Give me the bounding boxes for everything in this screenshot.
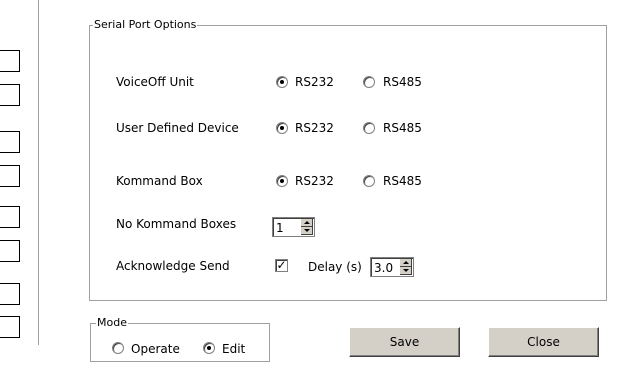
- side-box-1[interactable]: [0, 50, 20, 72]
- spin-down-arrow-icon[interactable]: [400, 267, 412, 275]
- serial-port-options-title: Serial Port Options: [93, 18, 198, 31]
- user-defined-rs485-label[interactable]: RS485: [383, 121, 422, 135]
- delay-spinner-arrows: [400, 259, 412, 275]
- voiceoff-rs485-radio[interactable]: [363, 76, 375, 88]
- kommand-box-rs485-label[interactable]: RS485: [383, 174, 422, 188]
- kommand-box-rs232-label[interactable]: RS232: [295, 174, 334, 188]
- save-button[interactable]: Save: [349, 327, 460, 357]
- no-kommand-boxes-label: No Kommand Boxes: [116, 217, 237, 231]
- user-defined-rs485-radio[interactable]: [363, 122, 375, 134]
- checkmark-icon: ✓: [276, 258, 287, 272]
- spinner-arrows: [301, 219, 313, 235]
- side-box-2[interactable]: [0, 84, 20, 106]
- user-defined-device-label: User Defined Device: [116, 121, 239, 135]
- mode-title: Mode: [96, 316, 128, 329]
- delay-label: Delay (s): [308, 260, 362, 274]
- no-kommand-boxes-value[interactable]: 1: [276, 221, 284, 235]
- delay-value[interactable]: 3.0: [374, 261, 393, 275]
- kommand-box-label: Kommand Box: [116, 174, 203, 188]
- spin-up-arrow-icon[interactable]: [301, 219, 313, 227]
- delay-spinner[interactable]: 3.0: [370, 257, 414, 277]
- voiceoff-rs232-radio[interactable]: [276, 76, 288, 88]
- acknowledge-send-checkbox[interactable]: ✓: [275, 259, 288, 272]
- left-panel-border: [38, 0, 39, 345]
- mode-edit-radio[interactable]: [203, 342, 215, 354]
- spin-up-arrow-icon[interactable]: [400, 259, 412, 267]
- user-defined-rs232-radio[interactable]: [276, 122, 288, 134]
- side-box-7[interactable]: [0, 283, 20, 305]
- voiceoff-unit-label: VoiceOff Unit: [116, 75, 194, 89]
- close-button[interactable]: Close: [488, 327, 599, 357]
- mode-operate-radio[interactable]: [112, 342, 124, 354]
- side-box-5[interactable]: [0, 206, 20, 228]
- side-box-4[interactable]: [0, 165, 20, 187]
- mode-operate-label[interactable]: Operate: [131, 342, 180, 356]
- voiceoff-rs485-label[interactable]: RS485: [383, 75, 422, 89]
- side-box-6[interactable]: [0, 240, 20, 262]
- mode-edit-label[interactable]: Edit: [222, 342, 245, 356]
- acknowledge-send-label: Acknowledge Send: [116, 259, 230, 273]
- kommand-box-rs232-radio[interactable]: [276, 175, 288, 187]
- kommand-box-rs485-radio[interactable]: [363, 175, 375, 187]
- user-defined-rs232-label[interactable]: RS232: [295, 121, 334, 135]
- side-box-3[interactable]: [0, 131, 20, 153]
- side-box-8[interactable]: [0, 316, 20, 338]
- no-kommand-boxes-spinner[interactable]: 1: [272, 217, 315, 237]
- voiceoff-rs232-label[interactable]: RS232: [295, 75, 334, 89]
- spin-down-arrow-icon[interactable]: [301, 227, 313, 235]
